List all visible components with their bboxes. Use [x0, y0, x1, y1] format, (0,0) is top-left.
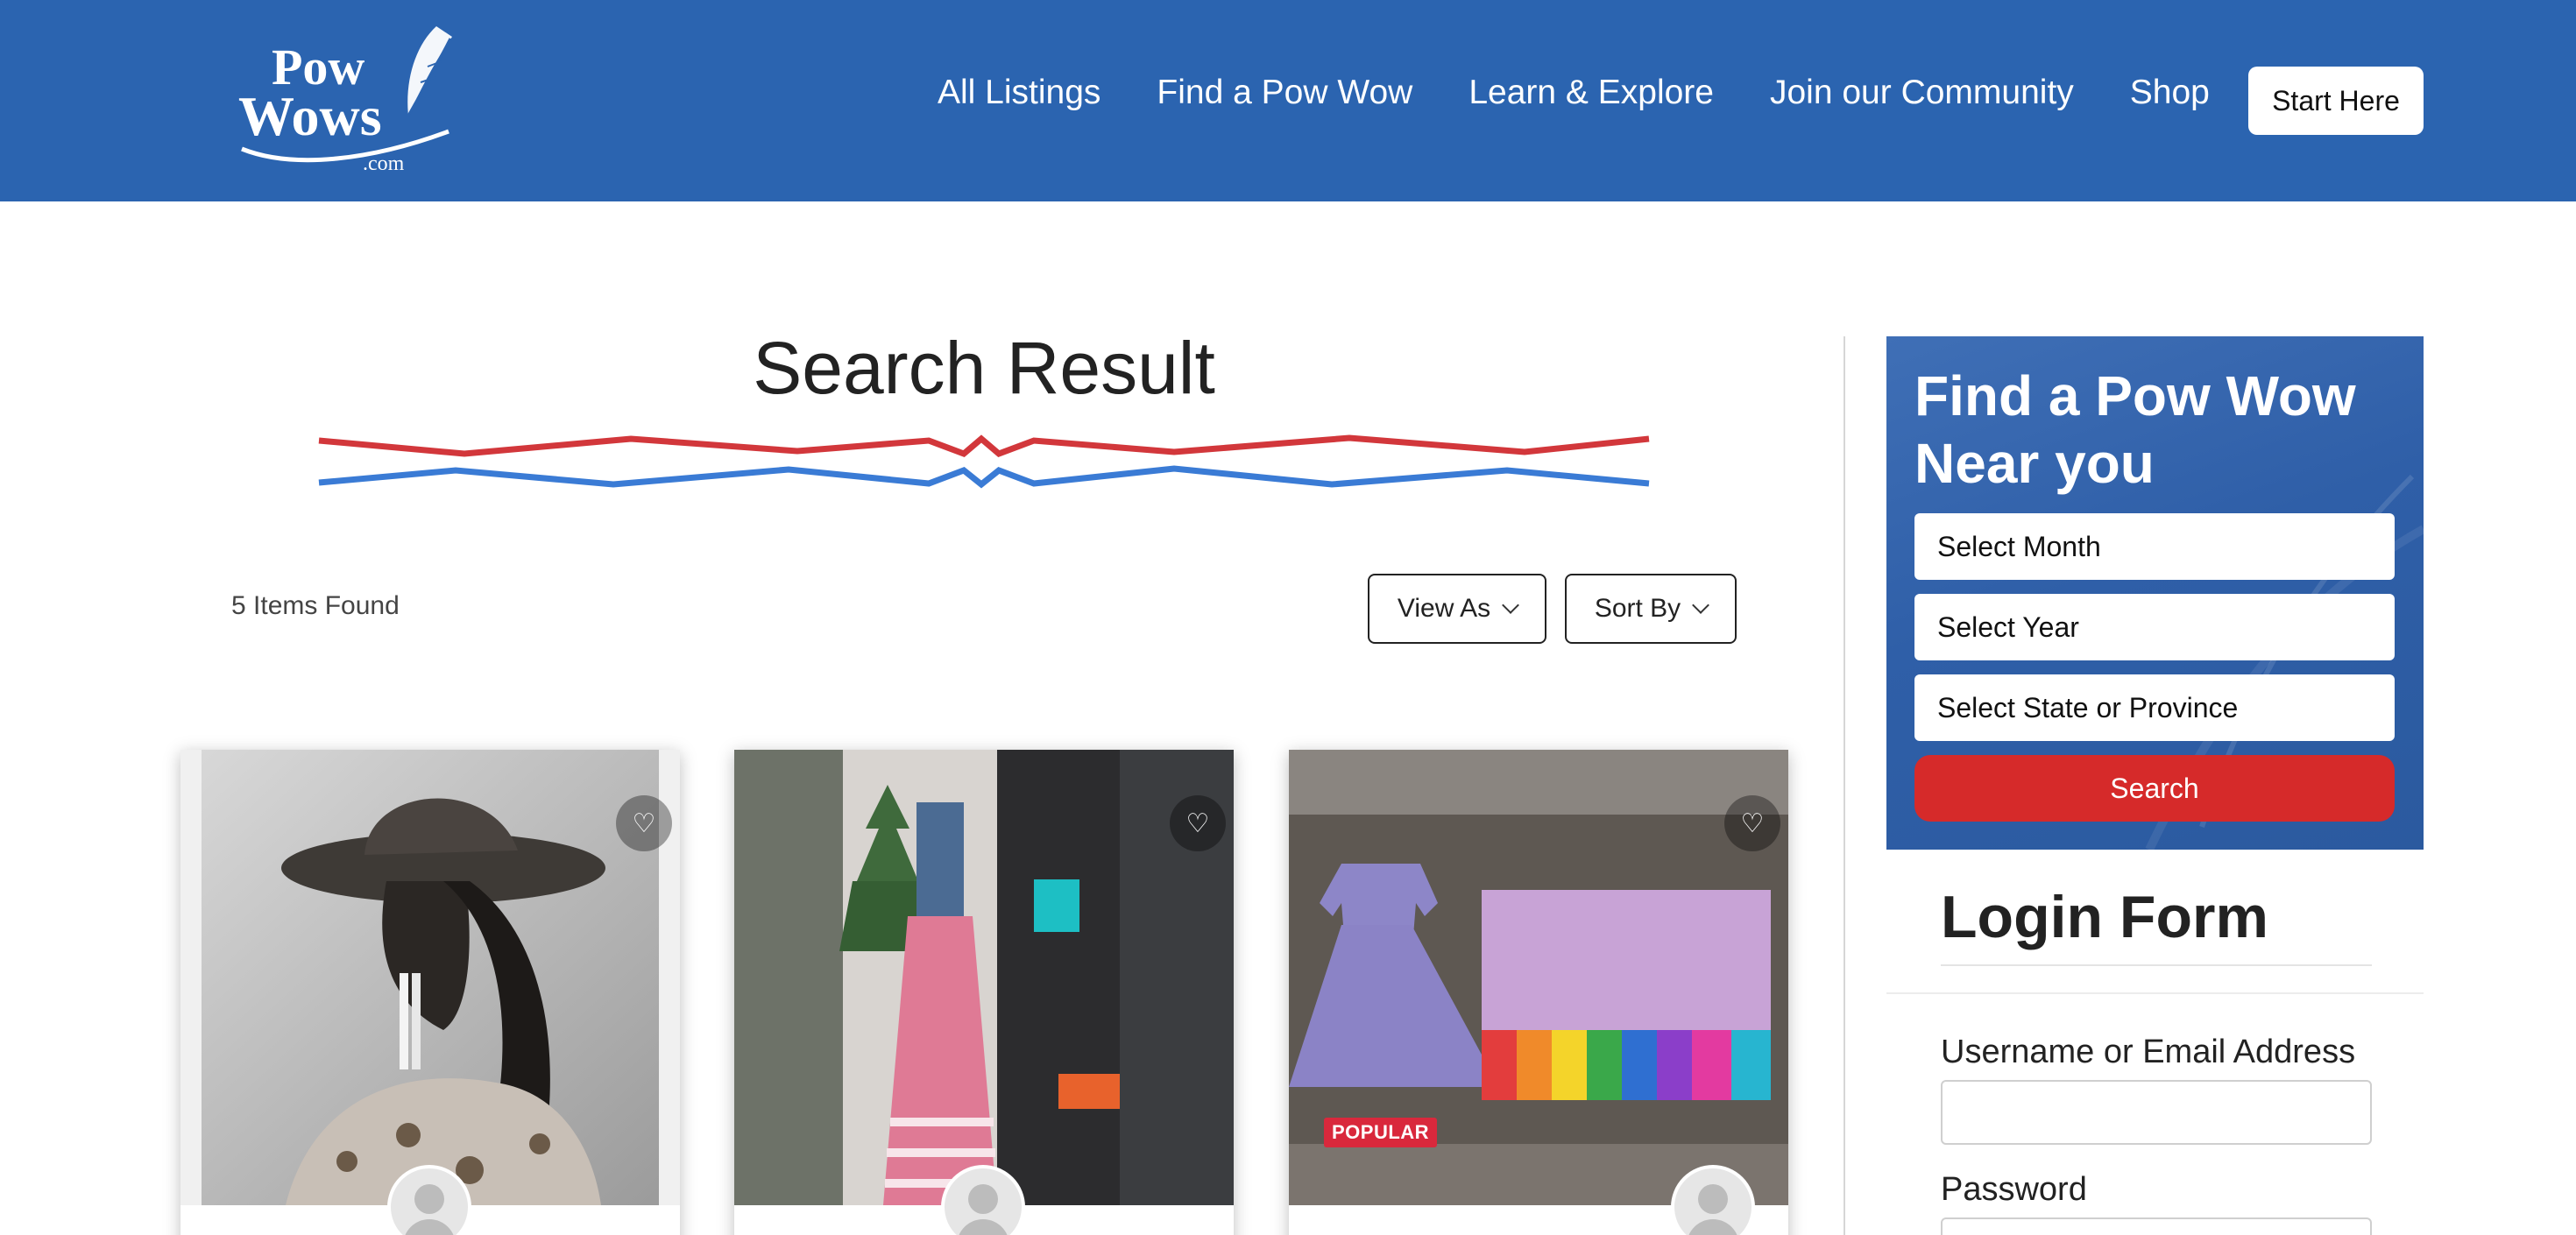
nav-all-listings[interactable]: All Listings [938, 68, 1100, 117]
username-input[interactable] [1941, 1080, 2372, 1145]
view-as-label: View As [1397, 594, 1491, 623]
site-header: Pow Wows .com All Listings Find a Pow Wo… [0, 0, 2576, 201]
page-title: Search Result [753, 327, 1215, 409]
column-divider [1844, 336, 1845, 1235]
sort-by-label: Sort By [1594, 594, 1681, 623]
heart-outline-icon[interactable]: ♡ [1724, 795, 1780, 851]
nav-join-community[interactable]: Join our Community [1770, 68, 2074, 117]
heart-outline-icon[interactable]: ♡ [1170, 795, 1226, 851]
items-found-count: 5 Items Found [231, 591, 400, 620]
logo-dotcom: .com [363, 152, 405, 175]
listing-card[interactable]: POPULAR ♡ [1289, 750, 1788, 1235]
search-button[interactable]: Search [1914, 755, 2395, 822]
finder-title: Find a Pow Wow Near you [1914, 364, 2356, 495]
select-year-dropdown[interactable]: Select Year [1914, 594, 2395, 660]
find-pow-wow-widget: Find a Pow Wow Near you Select Month Sel… [1886, 336, 2424, 850]
select-month-dropdown[interactable]: Select Month [1914, 513, 2395, 580]
section-divider [1886, 992, 2424, 994]
password-label: Password [1941, 1171, 2087, 1208]
main-nav: All Listings Find a Pow Wow Learn & Expl… [938, 68, 2210, 117]
listing-image[interactable] [734, 750, 1234, 1205]
chevron-down-icon [1502, 596, 1519, 614]
logo-wows: Wows [238, 85, 382, 147]
nav-learn-explore[interactable]: Learn & Explore [1468, 68, 1714, 117]
start-here-button[interactable]: Start Here [2248, 67, 2424, 135]
listing-image[interactable] [180, 750, 680, 1205]
view-as-dropdown[interactable]: View As [1368, 574, 1546, 644]
username-label: Username or Email Address [1941, 1034, 2356, 1070]
zigzag-divider [318, 434, 1650, 489]
heart-outline-icon[interactable]: ♡ [616, 795, 672, 851]
sort-by-dropdown[interactable]: Sort By [1565, 574, 1737, 644]
listing-card[interactable]: ♡ [734, 750, 1234, 1235]
title-underline [1941, 964, 2372, 966]
listing-card[interactable]: ♡ [180, 750, 680, 1235]
powwows-logo[interactable]: Pow Wows .com [233, 19, 496, 181]
popular-badge: POPULAR [1324, 1118, 1438, 1147]
nav-find-a-pow-wow[interactable]: Find a Pow Wow [1157, 68, 1412, 117]
nav-shop[interactable]: Shop [2130, 68, 2210, 117]
chevron-down-icon [1692, 596, 1710, 614]
login-form-title: Login Form [1941, 884, 2268, 950]
password-input[interactable] [1941, 1217, 2372, 1235]
select-state-dropdown[interactable]: Select State or Province [1914, 674, 2395, 741]
